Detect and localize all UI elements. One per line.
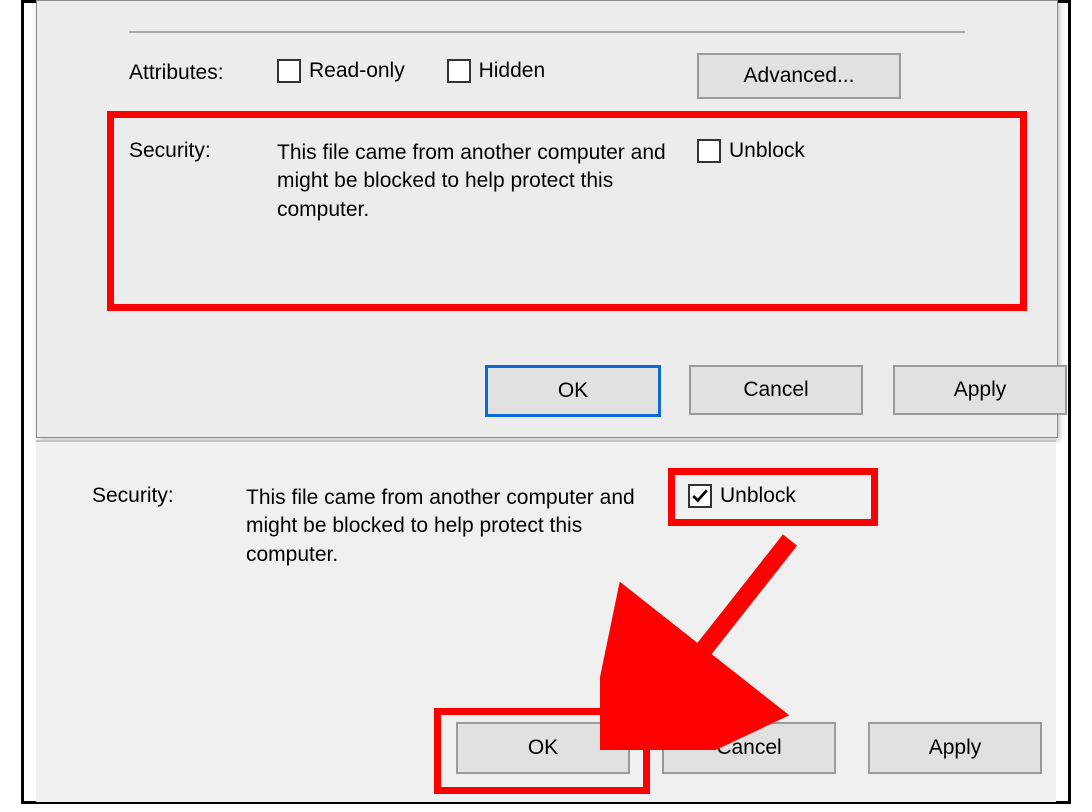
security-label: Security: (92, 484, 174, 508)
advanced-button-label: Advanced... (744, 64, 855, 88)
security-label: Security: (129, 139, 211, 163)
properties-dialog-upper: Attributes: Read-only Hidden Advanced...… (36, 0, 1058, 438)
dialog-button-row: OK Cancel Apply (37, 365, 1057, 411)
dialog-button-row: OK Cancel Apply (36, 722, 1056, 772)
unblock-checkbox[interactable]: Unblock (676, 478, 808, 514)
attributes-label: Attributes: (129, 61, 269, 85)
security-section: Security: This file came from another co… (36, 484, 1056, 654)
readonly-checkbox[interactable]: Read-only (277, 59, 405, 83)
ok-button[interactable]: OK (456, 722, 630, 774)
ok-button-label: OK (558, 379, 588, 403)
section-divider (129, 31, 965, 33)
cancel-button[interactable]: Cancel (689, 365, 863, 415)
unblock-label: Unblock (720, 484, 796, 508)
hidden-label: Hidden (479, 59, 546, 83)
apply-button[interactable]: Apply (893, 365, 1067, 415)
advanced-button[interactable]: Advanced... (697, 53, 901, 99)
properties-dialog-lower: Security: This file came from another co… (36, 440, 1056, 802)
ok-button[interactable]: OK (485, 365, 661, 417)
ok-button-label: OK (528, 736, 558, 760)
attributes-checkboxes: Read-only Hidden (277, 59, 581, 89)
security-section: Security: This file came from another co… (37, 139, 1057, 299)
cancel-button[interactable]: Cancel (662, 722, 836, 774)
checkbox-icon (447, 59, 471, 83)
unblock-checkbox[interactable]: Unblock (697, 139, 805, 163)
apply-button-label: Apply (954, 378, 1007, 402)
checkbox-icon (277, 59, 301, 83)
checkbox-icon (697, 139, 721, 163)
cancel-button-label: Cancel (743, 378, 808, 402)
hidden-checkbox[interactable]: Hidden (447, 59, 546, 83)
checkbox-icon (688, 484, 712, 508)
apply-button-label: Apply (929, 736, 982, 760)
cancel-button-label: Cancel (716, 736, 781, 760)
security-description: This file came from another computer and… (246, 484, 641, 569)
security-description: This file came from another computer and… (277, 139, 672, 224)
apply-button[interactable]: Apply (868, 722, 1042, 774)
readonly-label: Read-only (309, 59, 405, 83)
unblock-label: Unblock (729, 139, 805, 163)
